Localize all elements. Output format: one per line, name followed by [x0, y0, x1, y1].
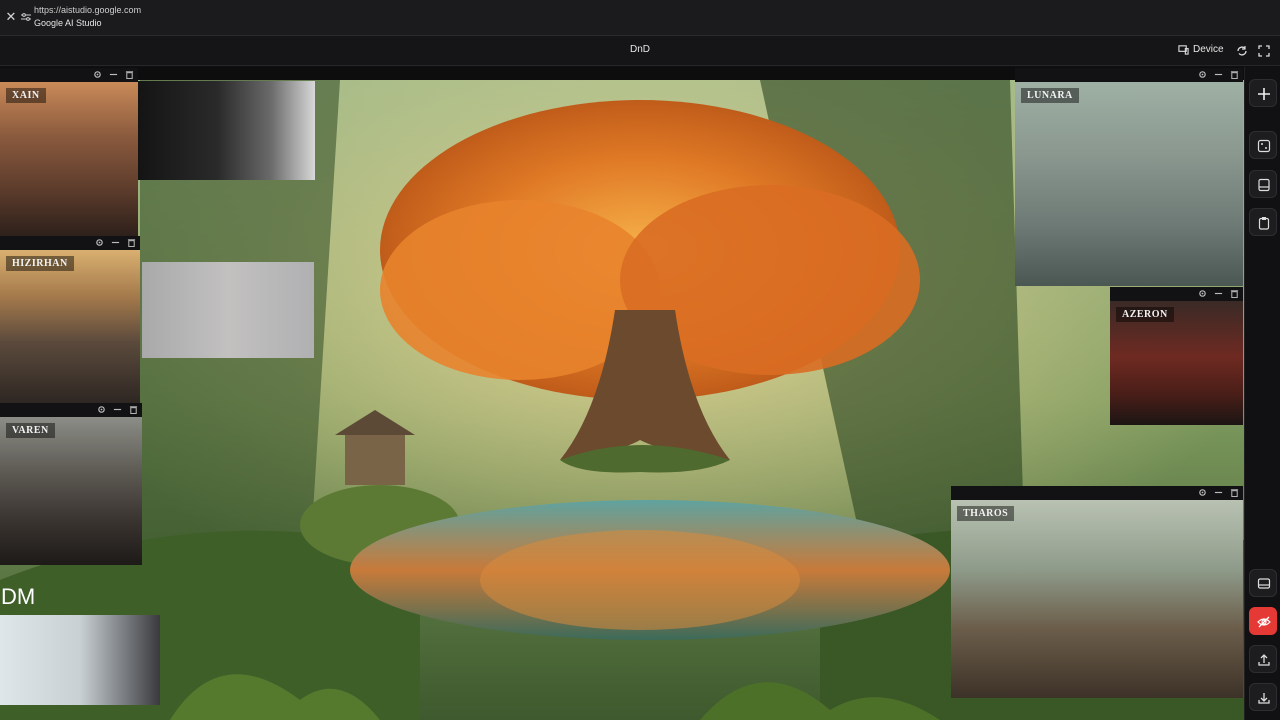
character-card-hizirhan[interactable]: HIZIRHAN — [0, 236, 140, 404]
card-toolbar — [0, 403, 142, 417]
upload-icon — [1258, 654, 1270, 666]
page-title: DnD — [629, 44, 650, 55]
fullscreen-icon[interactable] — [1258, 45, 1270, 57]
plus-icon — [1258, 88, 1270, 100]
app-header: DnD Device — [0, 36, 1280, 66]
settings-icon[interactable] — [93, 70, 102, 79]
upload-button[interactable] — [1249, 645, 1277, 673]
frame-icon — [1257, 139, 1271, 153]
hide-button[interactable] — [1249, 607, 1277, 635]
character-name: XAIN — [6, 88, 46, 103]
download-button[interactable] — [1249, 683, 1277, 711]
device-button[interactable]: Device — [1178, 44, 1224, 55]
panel-icon — [1258, 178, 1270, 192]
trash-icon[interactable] — [1230, 488, 1239, 497]
clipboard-icon — [1258, 217, 1270, 230]
settings-icon[interactable] — [1198, 488, 1207, 497]
clipboard-button[interactable] — [1249, 208, 1277, 236]
screen-button[interactable] — [1249, 569, 1277, 597]
webcam-feed-2 — [142, 262, 314, 358]
settings-icon[interactable] — [1198, 289, 1207, 298]
character-card-tharos[interactable]: THAROS — [951, 486, 1243, 698]
site-title: Google AI Studio — [34, 18, 102, 28]
tharos-portrait — [951, 500, 1243, 698]
character-card-lunara[interactable]: LUNARA — [1015, 68, 1243, 286]
character-card-xain[interactable]: XAIN — [0, 68, 138, 238]
tool-rail — [1244, 67, 1280, 720]
settings-icon[interactable] — [97, 405, 106, 414]
trash-icon[interactable] — [1230, 70, 1239, 79]
download-icon — [1258, 693, 1270, 704]
dm-label: DM — [1, 584, 36, 609]
character-name: LUNARA — [1021, 88, 1079, 103]
url-text[interactable]: https://aistudio.google.com — [34, 5, 141, 15]
minimize-icon[interactable] — [1214, 289, 1223, 298]
character-name: AZERON — [1116, 307, 1174, 322]
character-name: VAREN — [6, 423, 55, 438]
settings-icon[interactable] — [95, 238, 104, 247]
tune-icon[interactable] — [21, 12, 31, 22]
settings-icon[interactable] — [1198, 70, 1207, 79]
character-card-azeron[interactable]: AZERON — [1110, 287, 1243, 425]
frame-button[interactable] — [1249, 131, 1277, 159]
trash-icon[interactable] — [125, 70, 134, 79]
character-card-varen[interactable]: VAREN — [0, 403, 142, 565]
trash-icon[interactable] — [127, 238, 136, 247]
trash-icon[interactable] — [1230, 289, 1239, 298]
card-toolbar — [0, 68, 138, 82]
card-toolbar — [951, 486, 1243, 500]
webcam-feed-dm — [0, 615, 160, 705]
minimize-icon[interactable] — [109, 70, 118, 79]
varen-portrait — [0, 417, 142, 565]
refresh-icon[interactable] — [1236, 45, 1248, 57]
character-name: THAROS — [957, 506, 1015, 521]
minimize-icon[interactable] — [1214, 70, 1223, 79]
card-toolbar — [0, 236, 140, 250]
lunara-portrait — [1015, 82, 1243, 286]
minimize-icon[interactable] — [111, 238, 120, 247]
minimize-icon[interactable] — [1214, 488, 1223, 497]
browser-chrome: ✕ https://aistudio.google.com Google AI … — [0, 0, 1280, 36]
eye-off-icon — [1257, 616, 1271, 628]
webcam-feed-1 — [138, 81, 315, 180]
hizirhan-portrait — [0, 250, 140, 404]
add-button[interactable] — [1249, 79, 1277, 107]
minimize-icon[interactable] — [113, 405, 122, 414]
panel-button[interactable] — [1249, 170, 1277, 198]
trash-icon[interactable] — [129, 405, 138, 414]
xain-portrait — [0, 82, 138, 238]
device-label: Device — [1193, 44, 1224, 55]
card-toolbar — [1110, 287, 1243, 301]
card-toolbar — [1015, 68, 1243, 82]
device-icon — [1178, 45, 1189, 55]
screen-icon — [1257, 578, 1271, 589]
close-icon[interactable]: ✕ — [5, 10, 17, 23]
character-name: HIZIRHAN — [6, 256, 74, 271]
